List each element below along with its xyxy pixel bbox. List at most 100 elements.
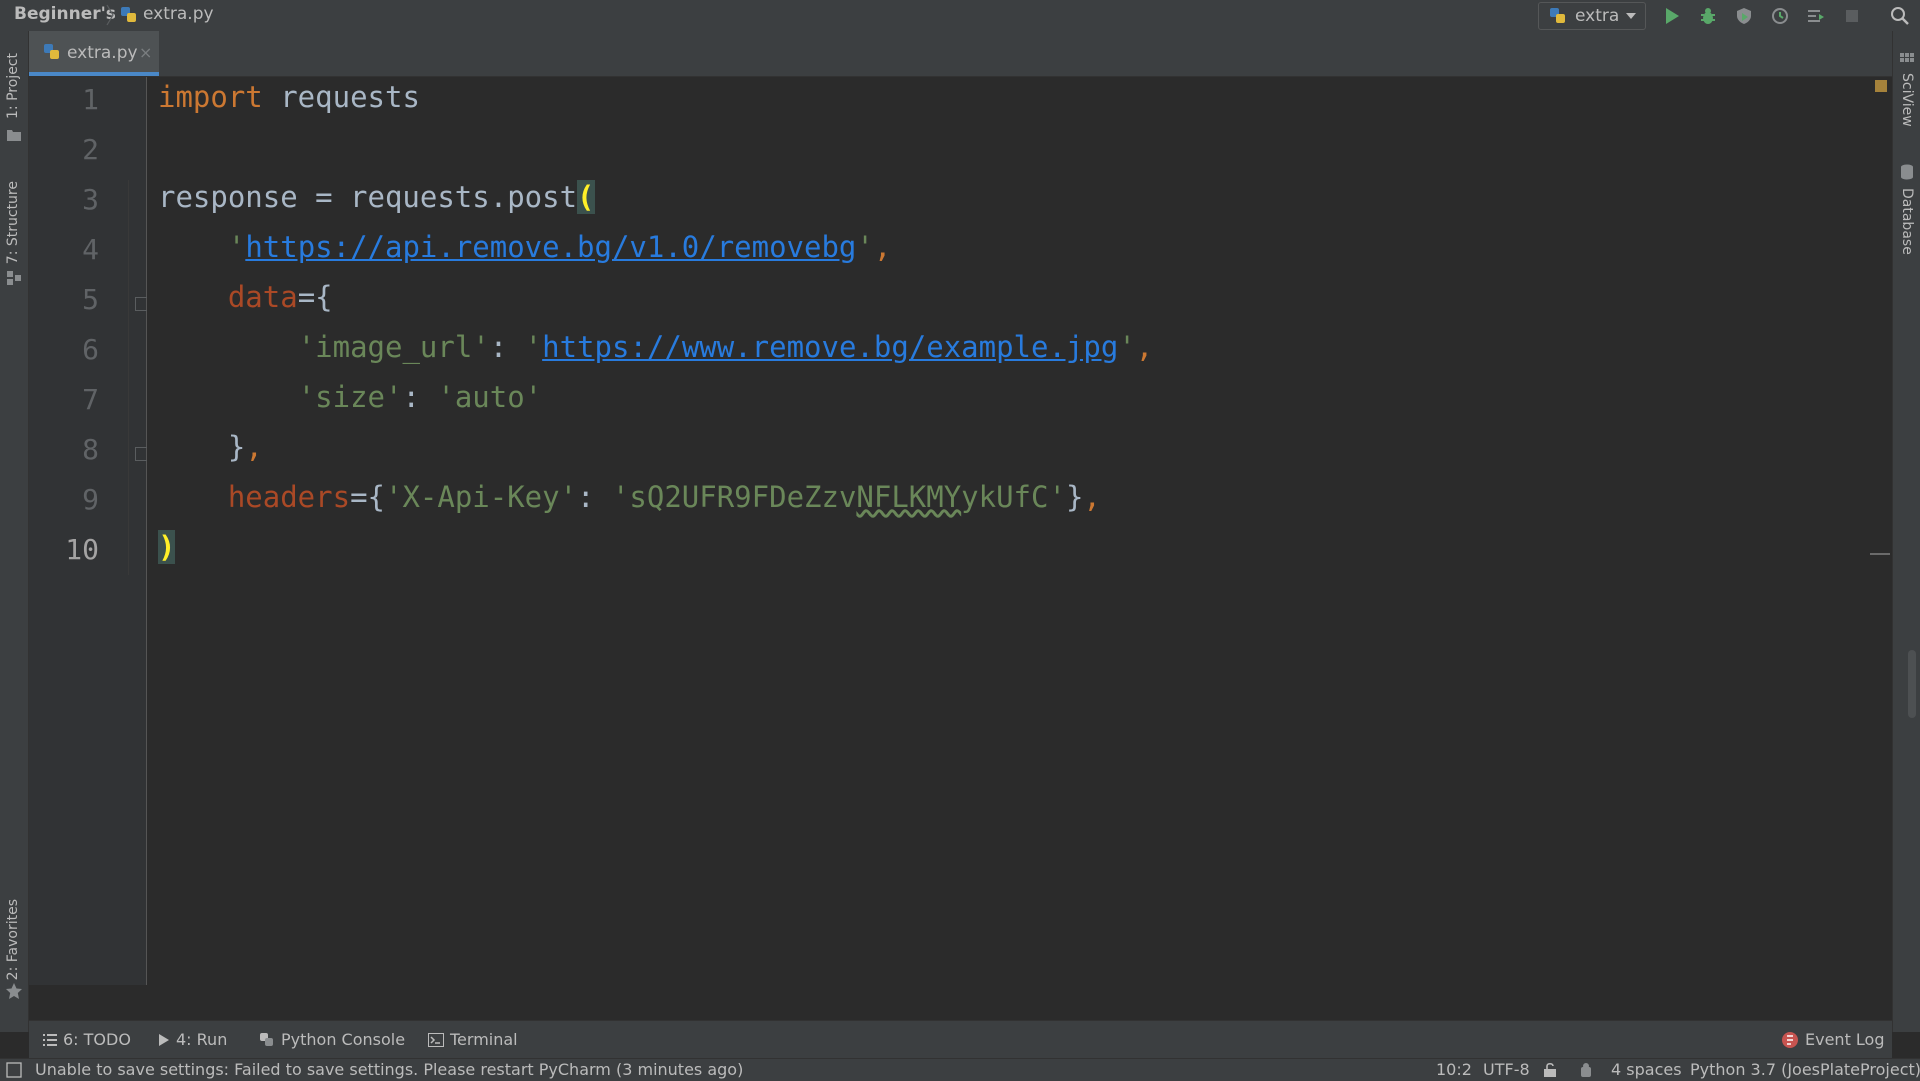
event-log-label: Event Log — [1805, 1030, 1885, 1049]
run-with-coverage-button[interactable] — [1732, 4, 1756, 28]
line-number: 2 — [82, 133, 99, 166]
chevron-down-icon — [1626, 13, 1636, 19]
code-line-3: response = requests.post( — [158, 180, 595, 214]
breadcrumb-project[interactable]: Beginner's — [14, 4, 116, 24]
run-configuration-label: extra — [1575, 6, 1620, 26]
play-icon — [159, 1033, 169, 1046]
code-line-7: 'size': 'auto' — [158, 380, 542, 414]
colon: : — [577, 480, 612, 514]
url-link[interactable]: https://www.remove.bg/example.jpg — [542, 330, 1118, 364]
todo-tool-button[interactable]: 6: TODO — [43, 1030, 131, 1049]
matched-close-paren: ) — [158, 530, 176, 564]
search-everywhere-button[interactable] — [1888, 4, 1912, 28]
code-line-6: 'image_url': 'https://www.remove.bg/exam… — [158, 330, 1154, 364]
indent-setting[interactable]: 4 spaces — [1611, 1060, 1682, 1079]
python-file-icon — [44, 44, 59, 59]
todo-label: 6: TODO — [63, 1030, 131, 1049]
line-number: 7 — [82, 383, 99, 416]
stop-square-icon — [1846, 10, 1858, 22]
api-key-part: ykUfC' — [961, 480, 1066, 514]
code-line-9: headers={'X-Api-Key': 'sQ2UFR9FDeZzvNFLK… — [158, 480, 1101, 514]
python-console-tool-button[interactable]: Python Console — [259, 1030, 405, 1049]
keyword-import: import — [158, 80, 263, 114]
python-console-icon — [260, 1032, 273, 1046]
stop-button[interactable] — [1840, 4, 1864, 28]
status-message[interactable]: Unable to save settings: Failed to save … — [35, 1060, 743, 1079]
tab-extra-py[interactable]: extra.py × — [29, 31, 159, 76]
python-console-label: Python Console — [281, 1030, 406, 1049]
line-number: 9 — [82, 483, 99, 516]
assignment-text: response = requests.post — [158, 180, 578, 214]
inspection-warning-marker[interactable] — [1875, 80, 1887, 92]
database-icon — [1901, 164, 1913, 180]
line-number: 8 — [82, 433, 99, 466]
run-tool-button[interactable]: 4: Run — [158, 1030, 227, 1049]
close-brace: } — [1065, 480, 1084, 514]
status-bar: Unable to save settings: Failed to save … — [0, 1058, 1920, 1081]
module-name: requests — [262, 80, 420, 114]
colon: : — [402, 380, 438, 414]
comma: , — [245, 430, 263, 464]
param-headers: headers — [227, 480, 351, 514]
database-tool-tab[interactable]: Database — [1899, 188, 1915, 255]
left-tool-strip: 1: Project 7: Structure 2: Favorites — [0, 31, 29, 1032]
search-icon — [1891, 7, 1909, 25]
editor-tab-bar: extra.py × — [29, 31, 1892, 77]
breadcrumb-file[interactable]: extra.py — [143, 4, 214, 24]
run-label: 4: Run — [176, 1030, 228, 1049]
line-number: 5 — [82, 283, 99, 316]
run-configuration-dropdown[interactable]: extra — [1538, 2, 1646, 30]
dict-key: 'size' — [297, 380, 403, 414]
string-quote: ' — [1118, 330, 1136, 364]
project-tool-tab[interactable]: 1: Project — [5, 53, 21, 119]
event-log-error-icon — [1782, 1031, 1798, 1048]
operator-text: ={ — [297, 280, 333, 314]
inspector-icon[interactable] — [1578, 1062, 1594, 1078]
navigation-bar: Beginner's extra.py extra — [0, 0, 1920, 32]
vertical-scrollbar[interactable] — [1908, 650, 1916, 718]
unlock-icon[interactable] — [1543, 1062, 1557, 1078]
debug-button[interactable] — [1696, 4, 1720, 28]
tool-window-bar: 6: TODO 4: Run Python Console Terminal E… — [29, 1020, 1892, 1059]
code-line-5: data={ — [158, 280, 333, 314]
list-icon — [43, 1033, 57, 1046]
caret-position[interactable]: 10:2 — [1436, 1060, 1472, 1079]
comma: , — [1135, 330, 1154, 364]
code-line-8: }, — [158, 430, 263, 464]
favorites-tool-tab[interactable]: 2: Favorites — [5, 899, 21, 980]
breadcrumb-separator-icon — [106, 4, 114, 26]
string-quote: ' — [524, 330, 543, 364]
coverage-shield-icon — [1737, 8, 1751, 24]
close-tab-icon[interactable]: × — [139, 43, 152, 62]
colon: : — [489, 330, 525, 364]
dict-value: 'auto' — [437, 380, 543, 414]
indent-guide — [128, 180, 129, 575]
right-tool-strip: SciView Database — [1892, 31, 1920, 1032]
file-encoding[interactable]: UTF-8 — [1483, 1060, 1530, 1079]
concurrency-diagram-button[interactable] — [1804, 4, 1828, 28]
line-number-gutter: 1 2 3 4 5 6 7 8 9 10 — [29, 77, 147, 985]
run-button[interactable] — [1660, 4, 1684, 28]
url-link[interactable]: https://api.remove.bg/v1.0/removebg — [245, 230, 856, 264]
line-number: 6 — [82, 333, 99, 366]
caret-position-marker — [1870, 553, 1890, 555]
string-quote: ' — [856, 230, 874, 264]
comma: , — [1083, 480, 1101, 514]
toggle-tool-windows-icon[interactable] — [6, 1062, 22, 1078]
event-log-tool-button[interactable]: Event Log — [1781, 1030, 1885, 1049]
dict-key: 'image_url' — [297, 330, 490, 364]
profile-button[interactable] — [1768, 4, 1792, 28]
terminal-tool-button[interactable]: Terminal — [428, 1030, 518, 1049]
terminal-icon — [428, 1032, 444, 1047]
sciview-grid-icon — [1900, 53, 1914, 62]
string-quote: ' — [227, 230, 246, 264]
folder-icon — [7, 130, 21, 141]
param-data: data — [227, 280, 298, 314]
structure-tool-tab[interactable]: 7: Structure — [5, 181, 21, 264]
spelling-warning[interactable]: NFLKMY — [856, 480, 961, 514]
python-interpreter[interactable]: Python 3.7 (JoesPlateProject) — [1690, 1060, 1920, 1079]
operator-text: ={ — [350, 480, 385, 514]
sciview-tool-tab[interactable]: SciView — [1899, 73, 1915, 127]
structure-icon — [7, 271, 21, 285]
profiler-clock-icon — [1772, 8, 1788, 24]
